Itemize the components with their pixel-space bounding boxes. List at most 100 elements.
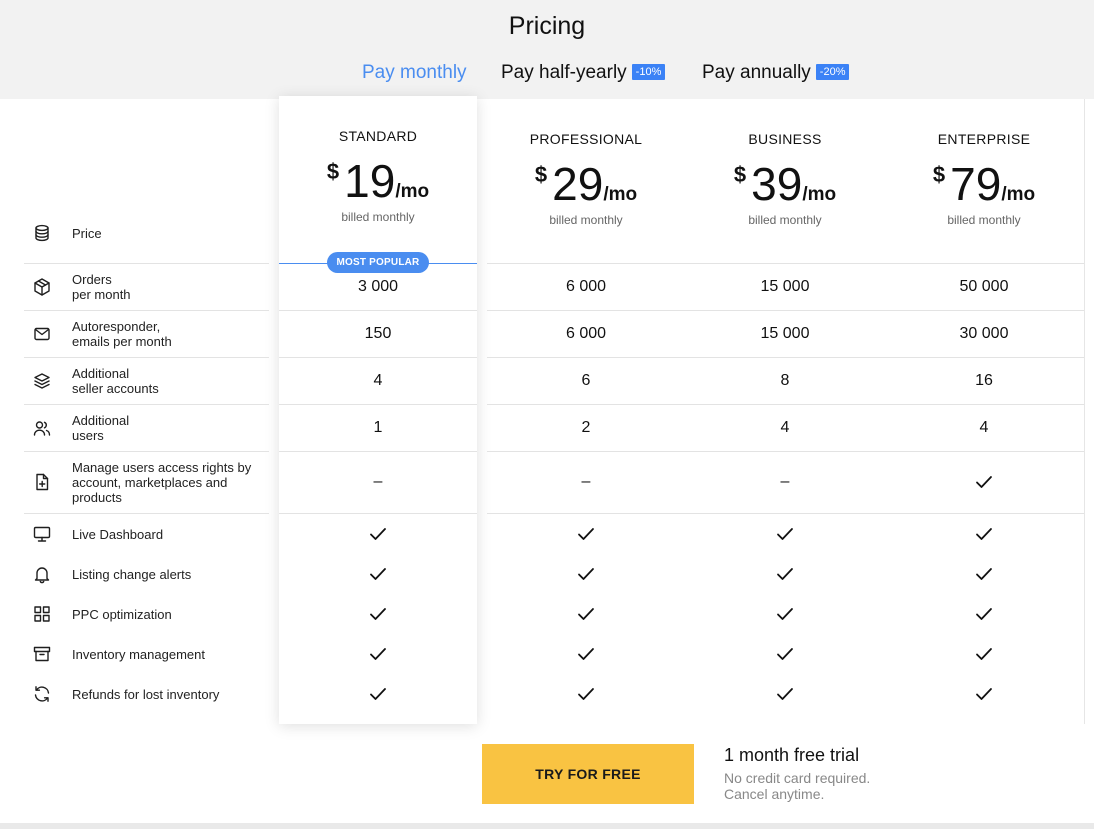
plan-header-business: BUSINESS $39/mo billed monthly <box>686 131 884 227</box>
coins-icon <box>32 223 52 243</box>
price-amount: 79 <box>950 158 1002 210</box>
trial-note: No credit card required. Cancel anytime. <box>724 770 870 802</box>
feature-label: Live Dashboard <box>72 526 164 542</box>
plan-cell-enterprise: 50 000 <box>959 278 1009 295</box>
plan-cell-standard <box>279 567 477 581</box>
price-amount: 29 <box>552 158 604 210</box>
plan-cell-enterprise <box>885 527 1083 541</box>
plan-cell-standard: 150 <box>364 325 392 342</box>
plan-cell-professional: 6 000 <box>565 325 607 342</box>
plan-cell-professional: 6 <box>581 372 591 389</box>
check-icon <box>369 648 387 665</box>
monitor-icon <box>32 524 52 544</box>
check-icon <box>369 528 387 545</box>
users-icon <box>32 418 52 438</box>
plan-cell-enterprise <box>885 647 1083 661</box>
feature-label: Autoresponder, emails per month <box>72 319 172 349</box>
plan-price: $79/mo <box>885 157 1083 211</box>
price-period: /mo <box>603 184 638 205</box>
plan-cell-business <box>686 567 884 581</box>
plan-cell-professional: 2 <box>581 419 591 436</box>
plan-cell-enterprise <box>885 687 1083 701</box>
check-icon <box>577 528 595 545</box>
bottom-bar <box>0 823 1094 829</box>
tab-pay-monthly[interactable]: Pay monthly <box>362 62 467 100</box>
row-divider <box>487 357 1084 358</box>
plan-cell-enterprise <box>885 567 1083 581</box>
feature-row: Refunds for lost inventory <box>24 669 269 719</box>
plan-cell-business: 4 <box>780 419 790 436</box>
price-period: /mo <box>1001 184 1036 205</box>
archive-icon <box>32 644 52 664</box>
plan-cell-standard <box>279 647 477 661</box>
check-icon <box>369 568 387 585</box>
plan-cell-professional <box>487 647 685 661</box>
check-icon <box>975 688 993 705</box>
plan-cell-business <box>686 607 884 621</box>
billing-note: billed monthly <box>947 213 1021 227</box>
check-icon <box>975 476 993 493</box>
feature-row: Manage users access rights by account, m… <box>24 457 269 507</box>
tab-label: Pay monthly <box>362 62 467 83</box>
plan-price: $39/mo <box>686 157 884 211</box>
file-plus-icon <box>32 472 52 492</box>
trial-title: 1 month free trial <box>724 745 860 765</box>
plan-cell-business: 15 000 <box>760 278 810 295</box>
check-icon <box>369 608 387 625</box>
plan-cell-business: – <box>780 473 790 490</box>
check-icon <box>577 608 595 625</box>
plan-cell-standard: 1 <box>373 419 383 436</box>
check-icon <box>577 648 595 665</box>
price-amount: 39 <box>751 158 803 210</box>
billing-note: billed monthly <box>748 213 822 227</box>
check-icon <box>975 568 993 585</box>
try-for-free-button[interactable]: TRY FOR FREE <box>482 744 694 804</box>
plan-name: PROFESSIONAL <box>529 131 643 147</box>
row-divider <box>487 310 1084 311</box>
currency-symbol: $ <box>534 162 548 187</box>
row-divider <box>487 451 1084 452</box>
currency-symbol: $ <box>326 159 340 184</box>
plan-cell-enterprise <box>885 607 1083 621</box>
discount-badge: -20% <box>815 64 850 80</box>
trial-note-line: No credit card required. <box>724 770 871 786</box>
plan-cell-business <box>686 687 884 701</box>
plan-cell-enterprise: 30 000 <box>959 325 1009 342</box>
feature-label: Listing change alerts <box>72 566 192 582</box>
bell-icon <box>32 564 52 584</box>
check-icon <box>577 568 595 585</box>
billing-note: billed monthly <box>341 210 415 224</box>
tab-pay-annually[interactable]: Pay annually -20% <box>702 62 850 100</box>
row-divider <box>279 451 477 452</box>
tab-pay-half-yearly[interactable]: Pay half-yearly -10% <box>501 62 666 100</box>
plan-name: ENTERPRISE <box>937 131 1031 147</box>
tab-label: Pay annually <box>702 62 811 83</box>
plan-cell-professional: – <box>581 473 591 490</box>
plan-name: STANDARD <box>338 128 418 144</box>
plan-cell-standard <box>279 607 477 621</box>
plan-cell-standard <box>279 527 477 541</box>
plan-cell-standard: 4 <box>373 372 383 389</box>
plan-cell-business: 8 <box>780 372 790 389</box>
grid-icon <box>32 604 52 624</box>
plan-cell-business: 15 000 <box>760 325 810 342</box>
plan-name: BUSINESS <box>748 131 822 147</box>
check-icon <box>975 648 993 665</box>
plan-cell-enterprise: 4 <box>979 419 989 436</box>
feature-label: Additional seller accounts <box>72 366 159 396</box>
plan-cell-standard: – <box>373 473 383 490</box>
feature-row: Price <box>24 208 269 258</box>
row-divider <box>279 513 477 514</box>
feature-label: PPC optimization <box>72 606 172 622</box>
billing-note: billed monthly <box>549 213 623 227</box>
plan-header-enterprise: ENTERPRISE $79/mo billed monthly <box>885 131 1083 227</box>
currency-symbol: $ <box>932 162 946 187</box>
plan-cell-business <box>686 527 884 541</box>
row-divider <box>279 357 477 358</box>
plan-cell-enterprise: 16 <box>975 372 993 389</box>
plan-cell-standard: 3 000 <box>357 278 399 295</box>
check-icon <box>776 568 794 585</box>
row-divider <box>487 404 1084 405</box>
feature-label: Additional users <box>72 413 130 443</box>
feature-label: Price <box>72 225 102 241</box>
